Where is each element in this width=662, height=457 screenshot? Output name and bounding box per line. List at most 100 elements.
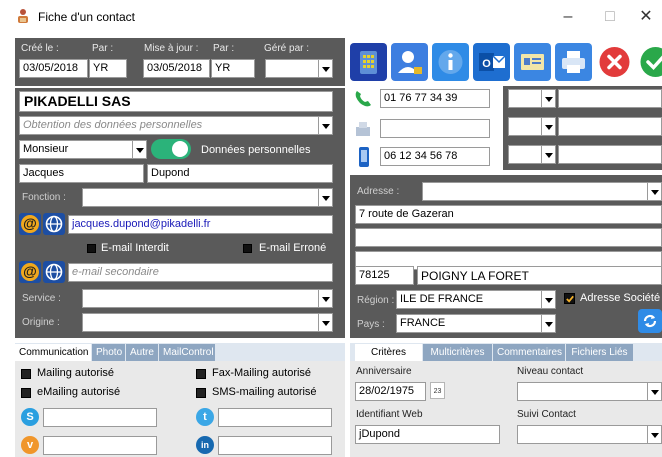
viadeo-field[interactable]	[43, 436, 157, 455]
print-button[interactable]	[555, 43, 592, 81]
outlook-button[interactable]: O	[473, 43, 510, 81]
chevron-down-icon	[541, 118, 555, 135]
birthday-label: Anniversaire	[356, 366, 412, 377]
fax-mailing-label: Fax-Mailing autorisé	[212, 367, 312, 379]
updated-by-field[interactable]: YR	[211, 59, 255, 78]
address-line1-field[interactable]: 7 route de Gazeran	[355, 205, 662, 224]
address-line2-field[interactable]	[355, 228, 662, 247]
birthday-field[interactable]: 28/02/1975	[355, 382, 426, 401]
tab-linked-files[interactable]: Fichiers Liés	[566, 344, 633, 361]
function-select[interactable]	[82, 188, 333, 207]
region-select[interactable]: ILE DE FRANCE	[396, 290, 556, 309]
tab-comments[interactable]: Commentaires	[493, 344, 565, 361]
refresh-address-button[interactable]	[638, 309, 662, 333]
contact-level-label: Niveau contact	[517, 366, 584, 377]
skype-icon[interactable]: S	[21, 408, 39, 426]
tab-photo[interactable]: Photo	[92, 344, 125, 361]
civility-select[interactable]: Monsieur	[19, 140, 147, 159]
updated-date-field[interactable]: 03/05/2018	[143, 59, 210, 78]
address-label: Adresse :	[357, 186, 400, 197]
chevron-down-icon	[541, 90, 555, 107]
linkedin-field[interactable]	[218, 436, 332, 455]
phone-directory-button[interactable]	[350, 43, 387, 81]
delete-button[interactable]	[596, 43, 633, 81]
tab-other[interactable]: Autre	[126, 344, 158, 361]
web-id-label: Identifiant Web	[356, 409, 423, 420]
personal-data-toggle[interactable]	[151, 139, 191, 159]
info-button[interactable]	[432, 43, 469, 81]
company-name-field[interactable]: PIKADELLI SAS	[19, 91, 333, 112]
fax-icon	[356, 122, 370, 136]
service-select[interactable]	[82, 289, 333, 308]
title-bar: Fiche d'un contact – □ ✕	[0, 0, 662, 34]
criteria-panel: Anniversaire 28/02/1975 23 Niveau contac…	[350, 361, 662, 457]
communication-panel: Mailing autorisé Fax-Mailing autorisé eM…	[15, 361, 345, 457]
chevron-down-icon	[318, 117, 332, 134]
mailing-checkbox[interactable]	[21, 369, 31, 379]
viadeo-icon[interactable]: v	[21, 436, 39, 454]
tab-multicriteria[interactable]: Multicritères	[423, 344, 492, 361]
created-date-field[interactable]: 03/05/2018	[19, 59, 88, 78]
sms-mailing-checkbox[interactable]	[196, 388, 206, 398]
tab-mailcontrol[interactable]: MailControl	[159, 344, 215, 361]
chevron-down-icon	[318, 290, 332, 307]
service-label: Service :	[22, 293, 61, 304]
tab-communication[interactable]: Communication	[15, 344, 91, 361]
managed-by-select[interactable]	[265, 59, 333, 78]
email-error-checkbox[interactable]	[243, 244, 252, 253]
tab-criteria[interactable]: Critères	[355, 344, 422, 361]
first-name-field[interactable]: Jacques	[19, 164, 144, 183]
fax-mailing-checkbox[interactable]	[196, 369, 206, 379]
email-forbidden-checkbox[interactable]	[87, 244, 96, 253]
right-tab-bar: Critères Multicritères Commentaires Fich…	[350, 343, 662, 361]
calendar-icon[interactable]: 23	[430, 382, 445, 399]
postcode-field[interactable]: 78125	[355, 266, 414, 285]
address-type-select[interactable]	[422, 182, 662, 201]
validate-button[interactable]	[637, 43, 662, 81]
web-globe2-button[interactable]	[43, 261, 65, 283]
business-card-button[interactable]	[514, 43, 551, 81]
twitter-field[interactable]	[218, 408, 332, 427]
extra-phone-field-2[interactable]	[558, 117, 662, 136]
web-id-field[interactable]: jDupond	[355, 425, 500, 444]
chevron-down-icon	[318, 189, 332, 206]
phone-type-select-1[interactable]	[508, 89, 556, 108]
linkedin-icon[interactable]: in	[196, 436, 214, 454]
chevron-down-icon	[541, 291, 555, 308]
country-label: Pays :	[357, 319, 385, 330]
emailing-checkbox[interactable]	[21, 388, 31, 398]
contact-level-select[interactable]	[517, 382, 662, 401]
chevron-down-icon	[318, 60, 332, 77]
web-globe-button[interactable]	[43, 213, 65, 235]
contact-lock-button[interactable]	[391, 43, 428, 81]
phone-type-select-2[interactable]	[508, 117, 556, 136]
phone-icon	[355, 91, 371, 107]
chevron-down-icon	[647, 383, 661, 400]
country-select[interactable]: FRANCE	[396, 314, 556, 333]
skype-field[interactable]	[43, 408, 157, 427]
created-by-field[interactable]: YR	[89, 59, 127, 78]
followup-select[interactable]	[517, 425, 662, 444]
company-address-checkbox[interactable]	[564, 293, 575, 304]
phone-type-select-3[interactable]	[508, 145, 556, 164]
twitter-icon[interactable]: t	[196, 408, 214, 426]
last-name-field[interactable]: Dupond	[147, 164, 333, 183]
region-label: Région :	[357, 295, 395, 306]
consent-select[interactable]: Obtention des données personnelles	[19, 116, 333, 135]
fax-field[interactable]	[380, 119, 490, 138]
mobile-field[interactable]: 06 12 34 56 78	[380, 147, 490, 166]
at-icon: @	[21, 215, 39, 233]
city-field[interactable]: POIGNY LA FORET	[417, 266, 662, 285]
maximize-button[interactable]: □	[590, 4, 630, 30]
phone-field[interactable]: 01 76 77 34 39	[380, 89, 490, 108]
email-forbidden-label: E-mail Interdit	[101, 242, 169, 254]
minimize-button[interactable]: –	[548, 4, 588, 30]
email-field[interactable]: jacques.dupond@pikadelli.fr	[68, 215, 333, 234]
extra-phone-field-1[interactable]	[558, 89, 662, 108]
close-window-button[interactable]: ✕	[626, 4, 662, 30]
origin-select[interactable]	[82, 313, 333, 332]
send-email-button[interactable]: @	[19, 213, 41, 235]
send-email2-button[interactable]: @	[19, 261, 41, 283]
secondary-email-field[interactable]: e-mail secondaire	[68, 263, 333, 282]
extra-phone-field-3[interactable]	[558, 145, 662, 164]
